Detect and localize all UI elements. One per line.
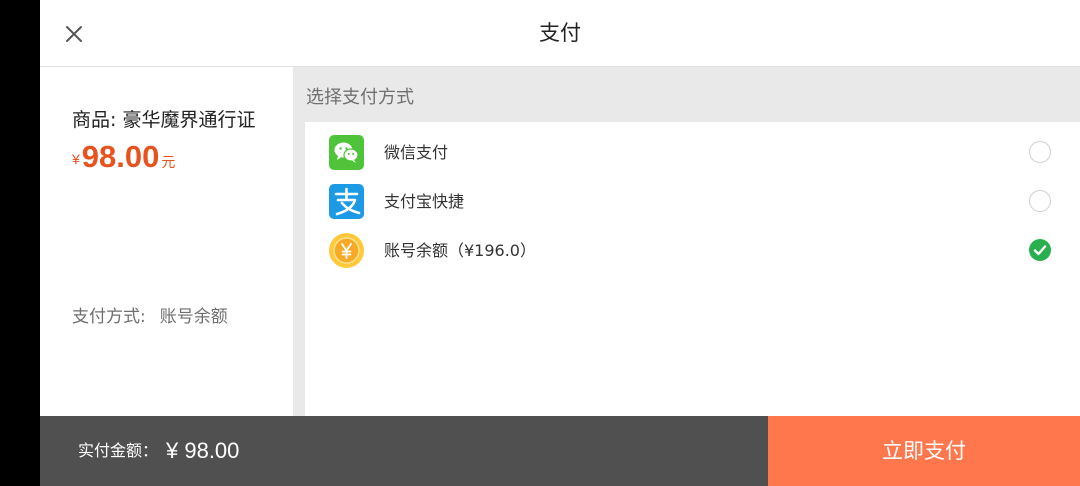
radio-unchecked[interactable] xyxy=(1029,141,1051,163)
total-label: 实付金额： xyxy=(78,441,159,460)
selected-method: 支付方式: 账号余额 xyxy=(72,302,228,327)
product-price: ¥98.00 元 xyxy=(72,139,175,175)
close-button[interactable] xyxy=(60,20,88,48)
option-account-balance[interactable]: 账号余额（¥196.0） xyxy=(305,226,1080,275)
section-title: 选择支付方式 xyxy=(306,87,414,108)
payment-method-section: 选择支付方式 微信支付 支付宝快捷 账号余额（¥196.0） xyxy=(293,67,1080,416)
check-icon xyxy=(1033,245,1047,256)
pay-now-button[interactable]: 立即支付 xyxy=(768,416,1080,486)
alipay-icon xyxy=(329,184,364,219)
price-currency: ¥ xyxy=(72,151,80,167)
total-bar: 实付金额： ¥ 98.00 xyxy=(40,416,768,486)
payment-options-list: 微信支付 支付宝快捷 账号余额（¥196.0） xyxy=(305,122,1080,416)
method-label: 支付方式: xyxy=(72,307,146,327)
price-unit: 元 xyxy=(161,154,176,170)
option-wechat-pay[interactable]: 微信支付 xyxy=(305,128,1080,177)
option-label: 微信支付 xyxy=(384,143,449,162)
close-icon xyxy=(66,26,82,42)
dialog-title: 支付 xyxy=(539,21,581,45)
screen: 支付 商品: 豪华魔界通行证 ¥98.00 元 支付方式: 账号余额 选择支付方式 xyxy=(0,0,1080,486)
option-label: 账号余额（¥196.0） xyxy=(384,241,536,260)
method-value: 账号余额 xyxy=(159,307,228,327)
radio-unchecked[interactable] xyxy=(1029,190,1051,212)
left-edge-bar xyxy=(0,0,40,486)
wechat-icon xyxy=(329,135,364,170)
radio-checked[interactable] xyxy=(1029,239,1051,261)
payment-dialog: 支付 商品: 豪华魔界通行证 ¥98.00 元 支付方式: 账号余额 选择支付方式 xyxy=(40,0,1080,486)
dialog-header: 支付 xyxy=(40,0,1080,67)
yuan-coin-icon xyxy=(329,233,364,268)
product-name: 商品: 豪华魔界通行证 xyxy=(72,109,256,131)
price-amount: 98.00 xyxy=(81,139,160,174)
option-alipay[interactable]: 支付宝快捷 xyxy=(305,177,1080,226)
order-summary: 商品: 豪华魔界通行证 ¥98.00 元 支付方式: 账号余额 xyxy=(40,67,293,416)
option-label: 支付宝快捷 xyxy=(384,192,465,211)
total-value: ¥ 98.00 xyxy=(166,438,240,463)
